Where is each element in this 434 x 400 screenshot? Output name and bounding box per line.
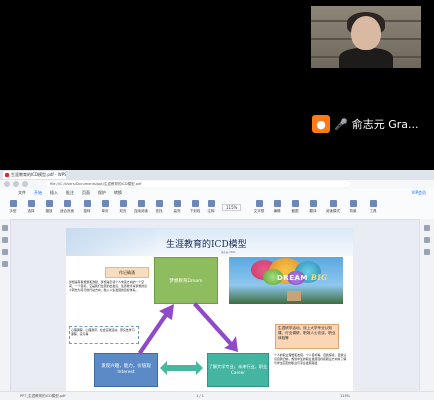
fit-icon bbox=[63, 200, 71, 207]
find-icon bbox=[155, 200, 163, 207]
participant-video[interactable] bbox=[311, 6, 421, 68]
menu-item[interactable]: 页面 bbox=[82, 190, 90, 196]
thumbnail-icon[interactable] bbox=[2, 225, 8, 231]
double-page-icon bbox=[119, 200, 127, 207]
fit-page-button[interactable]: 适合页面 bbox=[60, 200, 74, 214]
right-sidebar bbox=[419, 219, 434, 391]
participant-name-tag[interactable]: ● 🎤 俞志元 Gra... bbox=[312, 113, 418, 135]
select-icon bbox=[27, 200, 35, 207]
menu-item[interactable]: 批注 bbox=[66, 190, 74, 196]
search-icon[interactable] bbox=[2, 261, 8, 267]
settings-icon[interactable] bbox=[424, 249, 430, 255]
rotate-button[interactable]: 旋转 bbox=[80, 200, 94, 214]
translate-button[interactable]: 翻译 bbox=[306, 200, 320, 214]
reading-mode-icon bbox=[329, 200, 337, 207]
menu-item[interactable]: 转换 bbox=[114, 190, 122, 196]
comment-icon bbox=[207, 200, 215, 207]
scroll-up-icon[interactable] bbox=[424, 225, 430, 231]
reading-mode-button[interactable]: 阅读模式 bbox=[326, 200, 340, 214]
browser-tab[interactable]: 生涯教育的ICD模型.pdf - WPS bbox=[3, 171, 66, 179]
forward-icon[interactable] bbox=[13, 181, 19, 187]
underline-button[interactable]: 下划线 bbox=[188, 200, 202, 214]
tools-button[interactable]: 工具 bbox=[366, 200, 380, 214]
status-zoom[interactable]: 115% bbox=[340, 394, 350, 398]
double-page-button[interactable]: 双页 bbox=[116, 200, 130, 214]
edit-button[interactable]: 编辑 bbox=[270, 200, 284, 214]
menu-item[interactable]: 保护 bbox=[98, 190, 106, 196]
shared-screen[interactable]: 生涯教育的ICD模型.pdf - WPS file:///C:/Users/Do… bbox=[0, 170, 434, 400]
screenshot-icon bbox=[291, 200, 299, 207]
comment-list-icon[interactable] bbox=[2, 249, 8, 255]
single-page-icon bbox=[101, 200, 109, 207]
menu-bar: 文件 开始 插入 批注 页面 保护 转换 bbox=[0, 189, 434, 197]
screenshot-button[interactable]: 截图 bbox=[288, 200, 302, 214]
url-field[interactable]: file:///C:/Users/Documents/ppt/生涯教育的ICD模… bbox=[46, 181, 350, 187]
status-filename: PPT_生涯教育的ICD模型.pdf bbox=[20, 394, 66, 398]
hand-tool-button[interactable]: 手型 bbox=[6, 200, 20, 214]
textbox-icon bbox=[255, 200, 263, 207]
zoom-select[interactable]: 115% bbox=[222, 204, 242, 211]
pdf-toolbar: 手型 选择 缩放 适合页面 旋转 单页 双页 连续阅读 查找 高亮 下划线 注释… bbox=[0, 197, 434, 220]
menu-item[interactable]: 文件 bbox=[18, 190, 26, 196]
browser-tab-bar: 生涯教育的ICD模型.pdf - WPS bbox=[0, 170, 434, 180]
edit-icon bbox=[273, 200, 281, 207]
highlight-icon bbox=[173, 200, 181, 207]
arrow-interest-dream bbox=[138, 304, 174, 355]
hand-icon bbox=[9, 200, 17, 207]
back-icon[interactable] bbox=[4, 181, 10, 187]
pdf-page: 生涯教育的ICD模型 俞志元 2021 作记确涌 梦想是有着规划和激励、梦想是引… bbox=[66, 228, 353, 393]
status-bar: PPT_生涯教育的ICD模型.pdf 1 / 1 115% bbox=[0, 391, 434, 400]
background-icon bbox=[349, 200, 357, 207]
user-icon: ● bbox=[312, 115, 330, 133]
mic-icon: 🎤 bbox=[334, 117, 348, 131]
refresh-icon[interactable] bbox=[22, 181, 28, 187]
cycle-arrows bbox=[138, 302, 238, 375]
bookmark-icon[interactable] bbox=[2, 237, 8, 243]
select-tool-button[interactable]: 选择 bbox=[24, 200, 38, 214]
highlight-button[interactable]: 高亮 bbox=[170, 200, 184, 214]
menu-item-active[interactable]: 开始 bbox=[34, 190, 42, 196]
underline-icon bbox=[191, 200, 199, 207]
zoom-icon bbox=[45, 200, 53, 207]
properties-icon[interactable] bbox=[424, 237, 430, 243]
zoom-tool-button[interactable]: 缩放 bbox=[42, 200, 56, 214]
tools-icon bbox=[369, 200, 377, 207]
page-indicator[interactable]: 1 / 1 bbox=[196, 394, 204, 398]
find-button[interactable]: 查找 bbox=[152, 200, 166, 214]
single-page-button[interactable]: 单页 bbox=[98, 200, 112, 214]
continuous-button[interactable]: 连续阅读 bbox=[134, 200, 148, 214]
left-sidebar bbox=[0, 219, 11, 391]
rotate-icon bbox=[83, 200, 91, 207]
menu-item[interactable]: 插入 bbox=[50, 190, 58, 196]
textbox-button[interactable]: 文字框 bbox=[252, 200, 266, 214]
arrow-dream-career bbox=[193, 302, 238, 352]
arrow-interest-career bbox=[160, 361, 203, 375]
vip-link[interactable]: VIP会员 bbox=[412, 189, 426, 197]
translate-icon bbox=[309, 200, 317, 207]
participant-name: 俞志元 Gra... bbox=[351, 118, 419, 131]
background-button[interactable]: 背景 bbox=[346, 200, 360, 214]
comment-button[interactable]: 注释 bbox=[204, 200, 218, 214]
continuous-icon bbox=[137, 200, 145, 207]
